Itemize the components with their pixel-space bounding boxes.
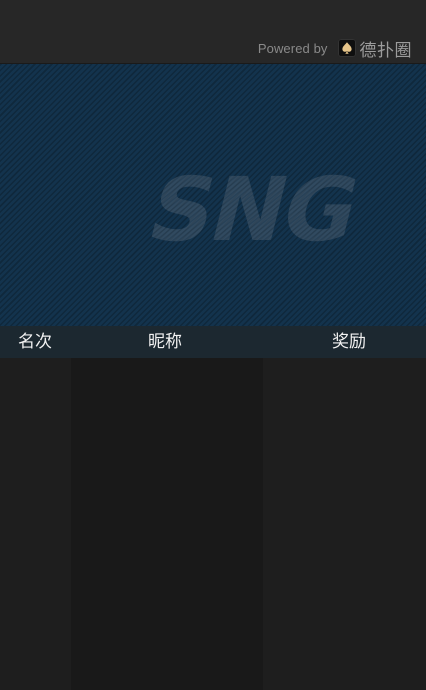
ranking-table-header: 名次 昵称 奖励 [0, 326, 426, 358]
top-header: Powered by 德扑圈 [0, 0, 426, 64]
spade-icon [337, 39, 356, 57]
sng-logo-text: SNG [139, 168, 368, 252]
column-header-reward: 奖励 [332, 332, 366, 352]
sng-logo: SNG [139, 168, 368, 252]
nickname-column [71, 358, 263, 690]
powered-by-badge[interactable]: Powered by 德扑圈 [257, 36, 412, 61]
powered-by-text: Powered by [257, 40, 328, 56]
reward-column [263, 358, 426, 690]
brand-name: 德扑圈 [359, 40, 412, 61]
rank-column [0, 358, 71, 690]
column-header-rank: 名次 [18, 332, 52, 352]
column-header-nickname: 昵称 [148, 332, 182, 352]
leaderboard-page: Powered by 德扑圈 SNG 名次 昵称 奖励 [0, 0, 426, 690]
sng-banner: SNG [0, 64, 426, 326]
